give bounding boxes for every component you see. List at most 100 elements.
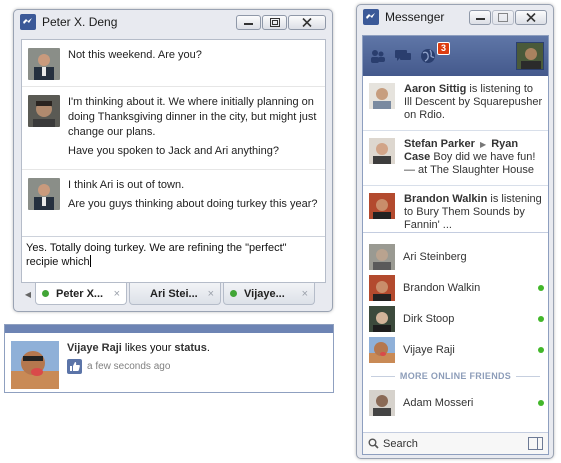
messenger-panel: 3 Aaron Sittig is listening to Ill Desce…: [362, 35, 549, 455]
online-indicator: [538, 346, 544, 353]
online-indicator: [538, 315, 544, 322]
tab-peter[interactable]: Peter X... ×: [35, 283, 127, 305]
sidebar-toggle-icon[interactable]: [528, 437, 543, 450]
ticker-item[interactable]: Aaron Sittig is listening to Ill Descent…: [363, 76, 548, 131]
tab-close-icon[interactable]: ×: [302, 288, 308, 300]
avatar: [369, 389, 395, 416]
notification-end: .: [206, 342, 210, 354]
tab-scroll-left-icon[interactable]: ◀: [21, 283, 35, 305]
message-text: Are you guys thinking about doing turkey…: [68, 198, 318, 210]
notification-actor[interactable]: Vijaye Raji: [67, 342, 122, 354]
messenger-window: Messenger 3 Aaron Sittig is listening to…: [356, 4, 554, 459]
tab-close-icon[interactable]: ×: [208, 288, 214, 300]
ticker-item[interactable]: Stefan Parker ▶ Ryan Case Boy did we hav…: [363, 131, 548, 186]
avatar: [369, 138, 395, 164]
friend-item-brandon-walkin[interactable]: Brandon Walkin: [363, 272, 548, 303]
ticker-actor[interactable]: Brandon Walkin: [404, 193, 487, 205]
friend-requests-icon[interactable]: [367, 45, 389, 67]
messenger-app-icon: [20, 14, 36, 30]
close-button[interactable]: [515, 9, 547, 25]
message-group: I'm thinking about it. We where initiall…: [22, 87, 325, 170]
friend-name: Ari Steinberg: [403, 250, 467, 263]
avatar: [369, 305, 395, 332]
chat-tabs: ◀ Peter X... × Ari Stei... × Vijaye... ×: [21, 283, 326, 307]
online-indicator: [538, 399, 544, 406]
tab-label: Ari Stei...: [150, 287, 198, 300]
ticker-item[interactable]: Brandon Walkin is listening to Bury Them…: [363, 186, 548, 232]
friend-search-bar[interactable]: Search: [363, 432, 548, 454]
friend-item-vijaye-raji[interactable]: Vijaye Raji: [363, 334, 548, 365]
message-group: I think Ari is out of town. Are you guys…: [22, 170, 325, 222]
maximize-icon: [269, 17, 280, 27]
close-icon: [526, 12, 536, 22]
avatar: [369, 336, 395, 363]
search-input[interactable]: Search: [383, 438, 528, 450]
notification-time: a few seconds ago: [87, 360, 171, 372]
online-indicator: [538, 284, 544, 291]
ticker-actor[interactable]: Aaron Sittig: [404, 83, 466, 95]
friend-name: Vijaye Raji: [403, 343, 455, 356]
message-composer[interactable]: Yes. Totally doing turkey. We are refini…: [22, 236, 325, 282]
avatar: [369, 193, 395, 219]
notifications-globe-icon[interactable]: [417, 45, 439, 67]
avatar: [369, 274, 395, 301]
minimize-icon: [475, 18, 485, 20]
avatar: [369, 83, 395, 109]
notification-text: likes your: [121, 342, 175, 354]
close-icon: [302, 17, 312, 27]
minimize-button[interactable]: [236, 14, 261, 30]
online-indicator: [42, 290, 49, 297]
chat-titlebar[interactable]: Peter X. Deng: [14, 10, 332, 34]
friend-name: Dirk Stoop: [403, 312, 455, 325]
minimize-icon: [244, 23, 253, 25]
like-icon: [67, 359, 82, 374]
online-indicator: [230, 290, 237, 297]
avatar[interactable]: [11, 341, 59, 389]
tab-label: Vijaye...: [244, 287, 285, 300]
search-icon: [368, 438, 379, 449]
conversation-pane[interactable]: Not this weekend. Are you? I'm thinking …: [21, 39, 326, 283]
messenger-header: 3: [363, 36, 548, 76]
avatar[interactable]: [28, 95, 60, 127]
avatar: [369, 243, 395, 270]
message-text: I'm thinking about it. We where initiall…: [68, 96, 317, 138]
tab-ari[interactable]: Ari Stei... ×: [129, 283, 221, 305]
notification-count-badge: 3: [437, 42, 451, 55]
friend-item-ari-steinberg[interactable]: Ari Steinberg: [363, 241, 548, 272]
ticker-actor[interactable]: Stefan Parker: [404, 138, 475, 150]
messenger-app-icon: [363, 9, 379, 25]
notification-header-bar: [5, 325, 333, 333]
message-text: Not this weekend. Are you?: [68, 49, 202, 61]
maximize-button[interactable]: [262, 14, 287, 30]
friend-item-adam-mosseri[interactable]: Adam Mosseri: [363, 387, 548, 418]
messenger-title: Messenger: [385, 10, 445, 24]
more-online-friends-label: MORE ONLINE FRIENDS: [399, 371, 512, 381]
minimize-button[interactable]: [469, 9, 491, 25]
friend-item-dirk-stoop[interactable]: Dirk Stoop: [363, 303, 548, 334]
messages-icon[interactable]: [392, 45, 414, 67]
tab-label: Peter X...: [56, 287, 104, 300]
online-friends-list: Ari Steinberg Brandon Walkin Dirk Stoop: [363, 233, 548, 418]
friend-name: Brandon Walkin: [403, 281, 481, 294]
tab-close-icon[interactable]: ×: [114, 288, 120, 300]
close-button[interactable]: [288, 14, 326, 30]
messenger-titlebar[interactable]: Messenger: [357, 5, 553, 29]
notification-object[interactable]: status: [174, 342, 206, 354]
more-online-friends-divider: MORE ONLINE FRIENDS: [363, 365, 548, 387]
message-group: Not this weekend. Are you?: [22, 40, 325, 87]
maximize-button[interactable]: [492, 9, 514, 25]
tagged-arrow-icon: ▶: [480, 140, 487, 149]
notification-toast[interactable]: Vijaye Raji likes your status. a few sec…: [4, 324, 334, 393]
tab-vijaye[interactable]: Vijaye... ×: [223, 283, 315, 305]
ticker-feed[interactable]: Aaron Sittig is listening to Ill Descent…: [363, 76, 548, 233]
offline-indicator: [136, 290, 143, 297]
message-text: I think Ari is out of town.: [68, 179, 185, 191]
text-caret: [89, 255, 91, 267]
composer-input[interactable]: Yes. Totally doing turkey. We are refini…: [26, 242, 287, 268]
friend-name: Adam Mosseri: [403, 396, 474, 409]
message-text: Have you spoken to Jack and Ari anything…: [68, 145, 279, 157]
avatar[interactable]: [28, 178, 60, 210]
maximize-icon: [498, 12, 508, 22]
profile-avatar[interactable]: [516, 42, 544, 70]
avatar[interactable]: [28, 48, 60, 80]
